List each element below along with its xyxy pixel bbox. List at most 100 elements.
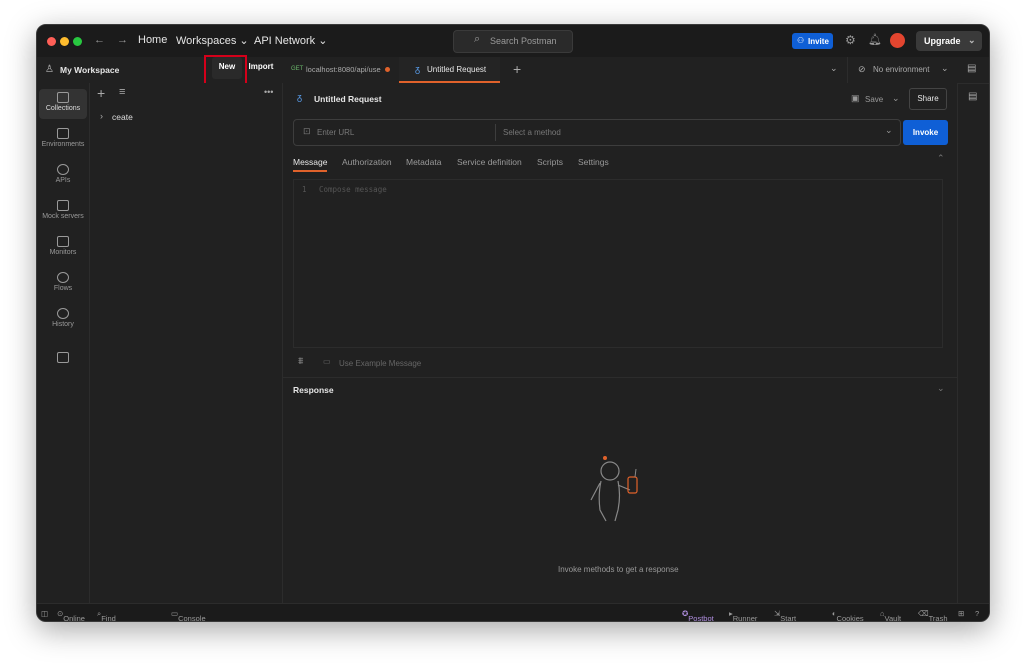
postbot-button[interactable]: ✪ Postbot	[682, 609, 714, 621]
vault-button[interactable]: ⌂ Vault	[880, 609, 901, 621]
divider	[283, 377, 957, 378]
list-item[interactable]: › ceate	[90, 108, 282, 126]
use-example-message-button[interactable]: Use Example Message	[339, 359, 421, 368]
tab-authorization[interactable]: Authorization	[342, 157, 392, 167]
environments-icon	[57, 128, 69, 139]
tab-get-request[interactable]: GET localhost:8080/api/use	[284, 57, 396, 83]
tab-method-badge: GET	[291, 66, 304, 72]
tab-scripts[interactable]: Scripts	[537, 157, 563, 167]
api-network-menu[interactable]: API Network ⌄	[254, 34, 327, 47]
chevron-down-icon: ⌄	[941, 63, 949, 73]
help-icon[interactable]: ?	[975, 609, 979, 618]
rail-item-mock-servers[interactable]: Mock servers	[39, 197, 87, 227]
grid-plus-icon	[57, 352, 69, 363]
chevron-down-icon: ⌄	[885, 125, 893, 135]
rail-configure-button[interactable]	[39, 349, 87, 365]
title-bar: ← → Home Workspaces ⌄ API Network ⌄ ⌕ Se…	[37, 25, 989, 58]
collapse-chevron-down-icon[interactable]: ⌄	[937, 383, 945, 394]
workspace-tab-row: ♙ My Workspace New Import GET localhost:…	[37, 55, 989, 85]
find-replace-button[interactable]: ⌕ Find and replace	[97, 609, 116, 621]
start-proxy-button[interactable]: ⇲ Start Proxy	[774, 609, 796, 621]
url-bar: ⊡ Enter URL Select a method ⌄	[293, 119, 901, 146]
status-bar: ◫ ⊙ Online ⌕ Find and replace ▭ Console …	[37, 603, 989, 621]
rail-label: Monitors	[49, 249, 77, 256]
rail-label: Collections	[45, 105, 81, 112]
notifications-bell-icon[interactable]: 🔔︎	[868, 33, 882, 46]
forward-arrow-icon[interactable]: →	[117, 34, 128, 46]
back-arrow-icon[interactable]: ←	[94, 34, 105, 46]
console-button[interactable]: ▭ Console	[171, 609, 206, 621]
environment-selector[interactable]: ⊘ No environment ⌄	[847, 57, 958, 83]
rail-label: Environments	[41, 141, 85, 148]
minimize-window-button[interactable]	[60, 37, 69, 46]
filter-icon[interactable]: ≡	[119, 86, 125, 98]
upgrade-button[interactable]: Upgrade ⌄	[916, 31, 982, 51]
tab-message[interactable]: Message	[293, 157, 328, 167]
zoom-window-button[interactable]	[73, 37, 82, 46]
workspace-name: My Workspace	[60, 65, 120, 75]
rail-item-monitors[interactable]: Monitors	[39, 233, 87, 263]
save-button[interactable]: ▣ Save ⌄	[849, 89, 907, 109]
tab-untitled-request[interactable]: ᵹ Untitled Request	[399, 57, 500, 83]
console-label: Console	[178, 614, 206, 622]
grpc-icon: ᵹ	[297, 92, 303, 102]
collapse-chevron-up-icon[interactable]: ⌃	[937, 153, 945, 164]
avatar[interactable]	[890, 33, 905, 48]
user-icon: ♙	[45, 64, 54, 75]
message-editor[interactable]: 1 Compose message	[293, 179, 943, 348]
rail-item-apis[interactable]: APIs	[39, 161, 87, 191]
method-select[interactable]: Select a method	[503, 128, 561, 137]
astronaut-illustration	[590, 456, 638, 522]
workspaces-menu[interactable]: Workspaces ⌄	[176, 34, 249, 47]
invite-button[interactable]: ⚇ Invite	[792, 33, 833, 49]
tabs-dropdown-chevron-icon[interactable]: ⌄	[830, 63, 838, 74]
line-number: 1	[302, 185, 307, 194]
trash-button[interactable]: ⌫ Trash	[918, 609, 948, 621]
add-tab-icon[interactable]: +	[513, 61, 521, 77]
toggle-sidebar-icon[interactable]: ◫	[41, 609, 48, 618]
documentation-icon[interactable]: ▤	[968, 91, 977, 102]
save-icon: ▣	[851, 93, 860, 103]
search-box[interactable]: ⌕ Search Postman	[453, 30, 573, 53]
environment-quick-look-icon[interactable]: ▤	[967, 63, 976, 74]
url-input[interactable]: Enter URL	[317, 128, 354, 137]
more-options-icon[interactable]: •••	[264, 87, 273, 97]
tab-metadata[interactable]: Metadata	[406, 157, 441, 167]
new-button[interactable]: New	[212, 57, 242, 79]
invoke-button[interactable]: Invoke	[903, 120, 948, 145]
mock-servers-icon	[57, 200, 69, 211]
runner-button[interactable]: ▸ Runner	[729, 609, 757, 621]
trash-label: Trash	[928, 614, 948, 622]
rail-label: APIs	[55, 177, 71, 184]
start-proxy-label: Start Proxy	[780, 614, 797, 622]
layout-grid-icon[interactable]: ⊞	[958, 609, 964, 618]
save-label: Save	[865, 95, 884, 104]
rail-label: Flows	[53, 285, 73, 292]
history-icon	[57, 308, 69, 319]
online-status[interactable]: ⊙ Online	[57, 609, 85, 621]
runner-label: Runner	[732, 614, 758, 622]
rail-item-collections[interactable]: Collections	[39, 89, 87, 119]
monitors-icon	[57, 236, 69, 247]
online-label: Online	[63, 614, 85, 622]
tab-service-definition[interactable]: Service definition	[457, 157, 522, 167]
rail-item-history[interactable]: History	[39, 305, 87, 335]
tab-settings[interactable]: Settings	[578, 157, 609, 167]
grpc-icon: ᵹ	[415, 64, 421, 74]
rail-item-flows[interactable]: Flows	[39, 269, 87, 299]
add-collection-icon[interactable]: +	[97, 85, 105, 101]
home-link[interactable]: Home	[138, 34, 167, 46]
rail-item-environments[interactable]: Environments	[39, 125, 87, 155]
close-window-button[interactable]	[47, 37, 56, 46]
import-button[interactable]: Import	[246, 57, 276, 79]
chevron-right-icon: ›	[100, 111, 103, 121]
environment-label: No environment	[873, 65, 930, 74]
compose-placeholder: Compose message	[319, 185, 387, 194]
share-button[interactable]: Share	[909, 88, 947, 110]
request-title[interactable]: Untitled Request	[314, 94, 382, 104]
cookies-button[interactable]: ◐ Cookies	[832, 609, 864, 621]
format-icon[interactable]: ⩩	[298, 356, 303, 367]
upgrade-label: Upgrade	[924, 36, 961, 46]
settings-gear-icon[interactable]: ⚙	[845, 33, 856, 47]
invite-label: Invite	[808, 37, 829, 46]
